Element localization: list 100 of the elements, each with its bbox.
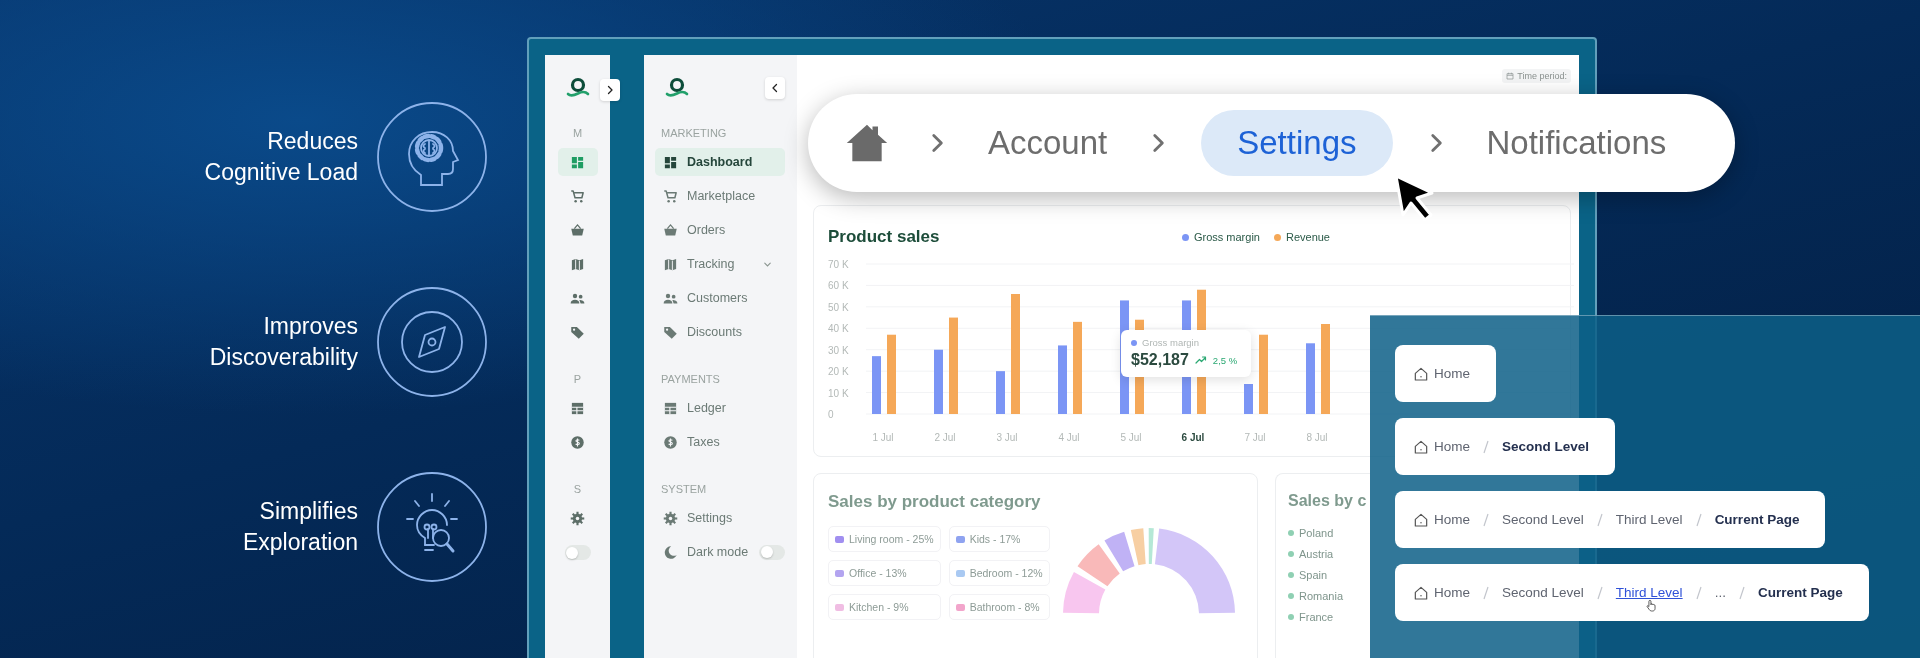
- bullet-dot: [1288, 592, 1294, 599]
- section-letter: S: [573, 482, 582, 496]
- bullet-dot: [1288, 550, 1294, 557]
- current-page: Current Page: [1757, 585, 1843, 600]
- basket-icon: [663, 222, 678, 238]
- home-link[interactable]: Home: [1413, 365, 1470, 382]
- tooltip-change: 2,5 %: [1212, 354, 1238, 366]
- x-tick-label: 8 Jul: [1306, 432, 1328, 443]
- dark-mode-label: Dark mode: [687, 545, 750, 559]
- map-icon: [570, 256, 585, 272]
- nav-item[interactable]: Ledger: [655, 394, 785, 422]
- y-tick-label: 20 K: [828, 366, 849, 378]
- breadcrumb-link[interactable]: Second Level: [1502, 585, 1584, 600]
- y-tick-label: 0: [828, 409, 834, 420]
- cart-icon: [663, 188, 678, 204]
- section-letter: P: [573, 372, 582, 386]
- x-tick-label: 3 Jul: [996, 432, 1018, 443]
- nav-item[interactable]: Settings: [655, 504, 785, 532]
- bullet-dot: [1288, 529, 1294, 536]
- dollar-icon: [663, 434, 678, 450]
- collapse-button[interactable]: [765, 77, 785, 99]
- separator-icon: [1482, 511, 1490, 528]
- category-label: Bathroom - 8%: [969, 601, 1040, 613]
- card-title: Product sales: [828, 227, 940, 247]
- moon-icon: [663, 544, 678, 560]
- card-title: Sales by c: [1288, 492, 1368, 510]
- bar: [1306, 343, 1315, 414]
- y-tick-label: 10 K: [828, 387, 849, 399]
- y-tick-label: 40 K: [828, 323, 849, 335]
- category-label: Living room - 25%: [849, 533, 934, 545]
- dashboard-icon: [663, 154, 678, 170]
- separator-icon: [1694, 584, 1703, 601]
- breadcrumb-ellipsis[interactable]: ...: [1714, 585, 1726, 600]
- toggle-switch[interactable]: [759, 544, 785, 560]
- bullet-dot: [1288, 571, 1294, 578]
- settings-icon: [570, 510, 585, 526]
- nav-item[interactable]: Orders: [655, 216, 785, 244]
- table-icon: [570, 400, 585, 416]
- country-label: Austria: [1299, 547, 1334, 560]
- x-tick-label: 6 Jul: [1181, 432, 1205, 443]
- nav-item[interactable]: Marketplace: [655, 182, 785, 210]
- hand-cursor-icon: [1645, 599, 1657, 612]
- toggle-switch[interactable]: [564, 545, 591, 560]
- current-page: Current Page: [1714, 512, 1800, 527]
- feature-title: Simplifies Exploration: [242, 497, 358, 557]
- separator-icon: [1737, 584, 1746, 601]
- nav-item[interactable]: Customers: [655, 284, 785, 312]
- breadcrumb-link[interactable]: Account: [980, 110, 1116, 176]
- y-tick-label: 30 K: [828, 344, 849, 356]
- home-link[interactable]: Home: [1413, 584, 1470, 601]
- x-tick-label: 5 Jul: [1120, 432, 1142, 443]
- category-label: Kitchen - 9%: [849, 601, 909, 613]
- breadcrumb-link[interactable]: Third Level: [1615, 585, 1683, 600]
- country-label: France: [1299, 610, 1334, 623]
- expand-button[interactable]: [600, 79, 620, 101]
- separator-icon: [1595, 584, 1604, 601]
- cart-icon: [570, 188, 585, 204]
- breadcrumb-link[interactable]: Second Level: [1502, 512, 1584, 527]
- time-period-button[interactable]: Time period:: [1502, 69, 1571, 83]
- nav-item[interactable]: Tracking: [655, 250, 785, 278]
- bar: [1244, 384, 1253, 414]
- breadcrumb-link[interactable]: Third Level: [1615, 512, 1683, 527]
- breadcrumb-link[interactable]: Notifications: [1478, 110, 1675, 176]
- category-label: Bedroom - 12%: [969, 567, 1043, 579]
- compass-icon: [377, 287, 487, 397]
- logo-icon: [564, 76, 591, 100]
- dollar-icon: [570, 434, 585, 450]
- country-label: Poland: [1299, 526, 1334, 539]
- nav-item[interactable]: Taxes: [655, 428, 785, 456]
- logo-icon: [664, 76, 690, 100]
- bar: [1058, 345, 1067, 414]
- country-label: Romania: [1299, 589, 1344, 602]
- nav-item[interactable]: Dashboard: [655, 148, 785, 176]
- x-tick-label: 2 Jul: [934, 432, 956, 443]
- calendar-icon: [1506, 72, 1515, 80]
- y-tick-label: 60 K: [828, 280, 849, 292]
- home-link[interactable]: Home: [1413, 438, 1470, 455]
- breadcrumb-link[interactable]: Settings: [1201, 110, 1393, 176]
- tag-icon: [570, 324, 585, 340]
- head-gear-icon: [377, 102, 487, 212]
- y-tick-label: 50 K: [828, 301, 849, 313]
- bullet-dot: [1288, 613, 1294, 620]
- section-heading: SYSTEM: [660, 482, 708, 496]
- home-link[interactable]: Home: [1413, 511, 1470, 528]
- feature-title: Improves Discoverability: [209, 312, 358, 372]
- home-icon: [1413, 584, 1429, 601]
- settings-icon: [663, 510, 678, 526]
- feature-title: Reduces Cognitive Load: [204, 127, 358, 187]
- map-icon: [663, 256, 678, 272]
- dashboard-icon: [570, 154, 585, 170]
- section-heading: MARKETING: [660, 126, 728, 140]
- home-icon: [1413, 511, 1429, 528]
- bar: [996, 371, 1005, 414]
- card-title: Sales by product category: [828, 492, 1041, 511]
- trend-up-icon: [1193, 354, 1208, 366]
- nav-icon-button[interactable]: [557, 148, 598, 176]
- basket-icon: [570, 222, 585, 238]
- legend-label: Revenue: [1285, 231, 1330, 243]
- section-heading: PAYMENTS: [660, 372, 721, 386]
- nav-item[interactable]: Discounts: [655, 318, 785, 346]
